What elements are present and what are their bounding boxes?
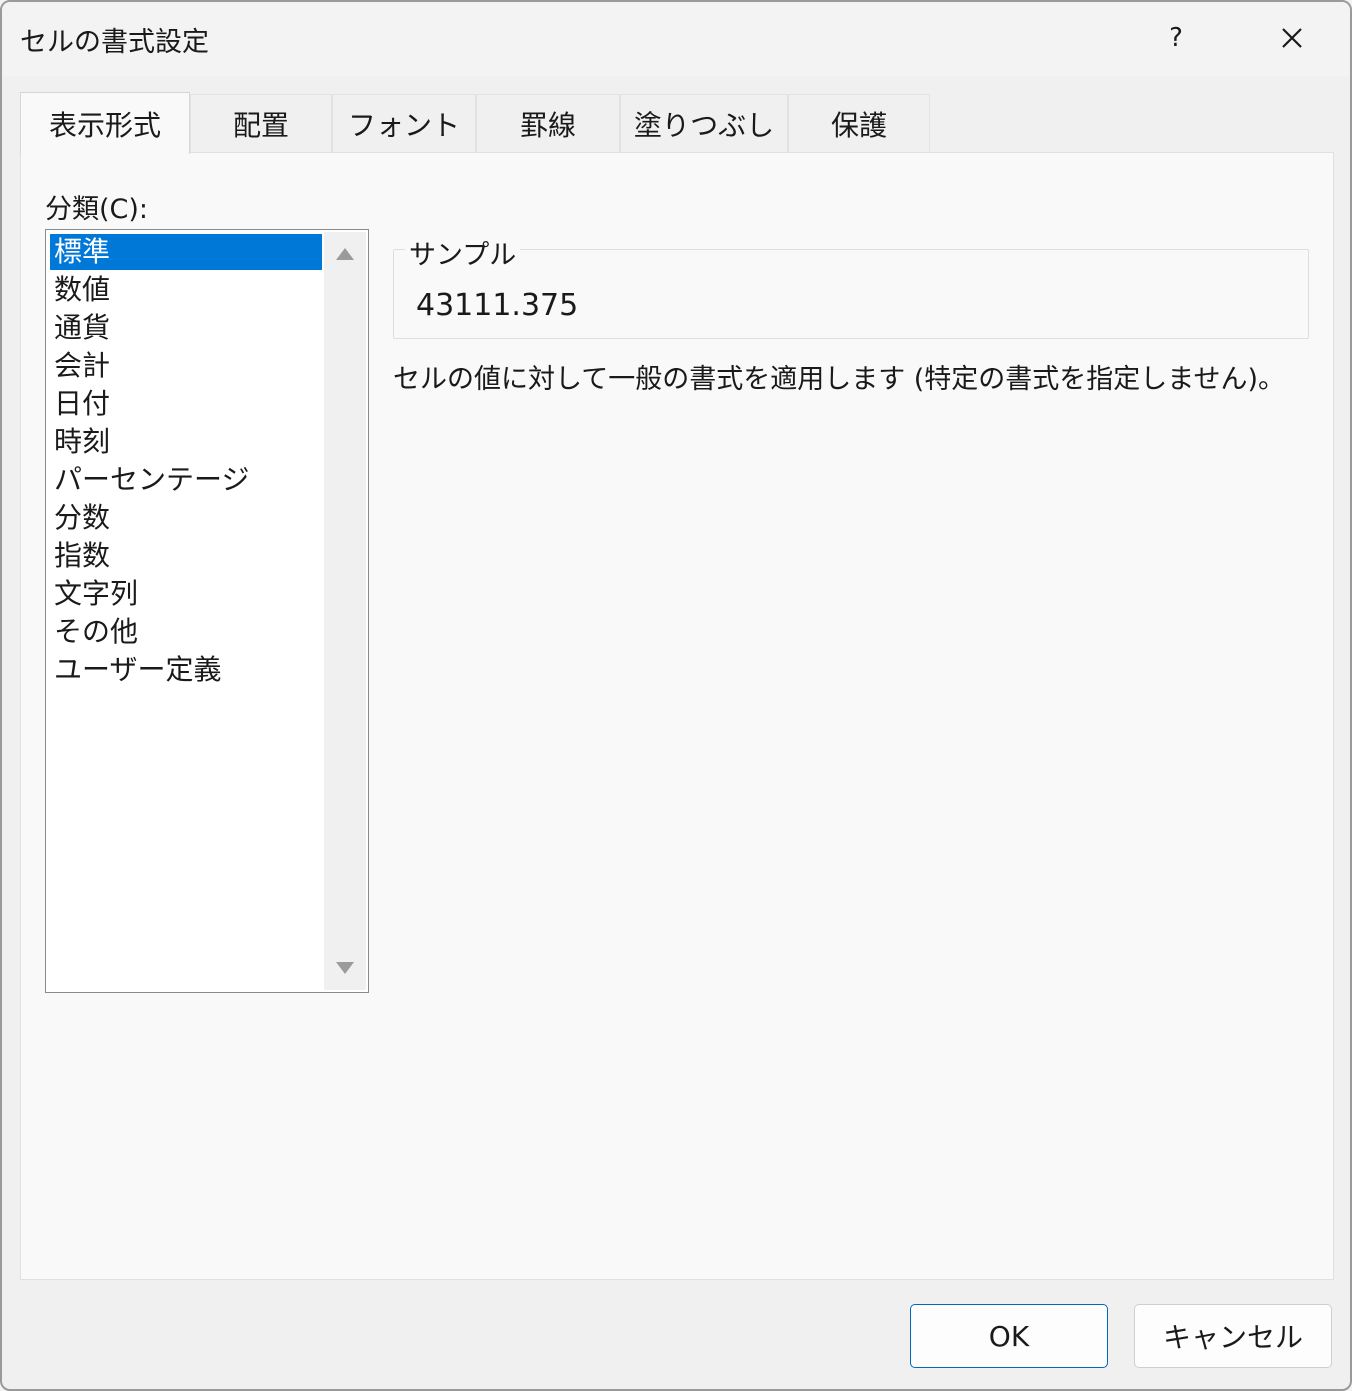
category-item-date[interactable]: 日付	[50, 386, 322, 422]
sample-value: 43111.375	[416, 288, 579, 323]
sample-group: 43111.375	[393, 249, 1309, 339]
category-item-custom[interactable]: ユーザー定義	[50, 652, 322, 688]
scroll-up-icon[interactable]	[336, 248, 354, 260]
format-description: セルの値に対して一般の書式を適用します (特定の書式を指定しません)。	[393, 364, 1286, 395]
category-item-time[interactable]: 時刻	[50, 424, 322, 460]
sample-legend: サンプル	[405, 233, 521, 272]
category-item-percentage[interactable]: パーセンテージ	[50, 462, 322, 498]
dialog-title: セルの書式設定	[20, 27, 209, 58]
category-item-scientific[interactable]: 指数	[50, 538, 322, 574]
cancel-button[interactable]: キャンセル	[1134, 1304, 1332, 1368]
tab-number[interactable]: 表示形式	[20, 92, 190, 154]
close-icon	[1282, 28, 1302, 48]
listbox-scrollbar[interactable]	[324, 232, 366, 990]
close-button[interactable]	[1260, 10, 1324, 66]
category-item-accounting[interactable]: 会計	[50, 348, 322, 384]
tab-fill[interactable]: 塗りつぶし	[620, 94, 788, 152]
tab-border[interactable]: 罫線	[476, 94, 620, 152]
ok-button[interactable]: OK	[910, 1304, 1108, 1368]
category-item-general[interactable]: 標準	[50, 234, 322, 270]
category-item-number[interactable]: 数値	[50, 272, 322, 308]
category-label: 分類(C):	[45, 194, 149, 225]
tab-strip: 表示形式 配置 フォント 罫線 塗りつぶし 保護	[20, 92, 1340, 154]
category-item-fraction[interactable]: 分数	[50, 500, 322, 536]
format-cells-dialog: セルの書式設定 ? 表示形式 配置 フォント 罫線 塗りつぶし 保護 分類(C)…	[0, 0, 1352, 1391]
tab-font[interactable]: フォント	[332, 94, 476, 152]
category-listbox[interactable]: 標準 数値 通貨 会計 日付 時刻 パーセンテージ 分数 指数 文字列 その他 …	[45, 229, 369, 993]
tab-panel: 分類(C): 標準 数値 通貨 会計 日付 時刻 パーセンテージ 分数 指数 文…	[20, 152, 1334, 1280]
tab-protection[interactable]: 保護	[788, 94, 930, 152]
category-item-currency[interactable]: 通貨	[50, 310, 322, 346]
scroll-down-icon[interactable]	[336, 962, 354, 974]
help-button[interactable]: ?	[1148, 10, 1204, 66]
category-item-special[interactable]: その他	[50, 614, 322, 650]
tab-alignment[interactable]: 配置	[190, 94, 332, 152]
title-bar: セルの書式設定 ?	[2, 2, 1350, 76]
category-item-text[interactable]: 文字列	[50, 576, 322, 612]
